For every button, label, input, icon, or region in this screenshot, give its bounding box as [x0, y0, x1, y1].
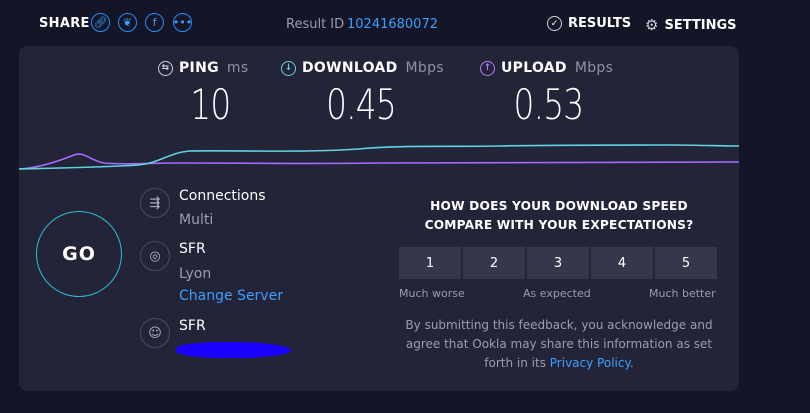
isp-name: SFR	[179, 318, 206, 334]
connections-icon: ⇶	[140, 188, 170, 218]
twitter-icon[interactable]: ❦	[118, 13, 137, 32]
download-icon: ↓	[281, 60, 296, 76]
upload-metric: ↑ UPLOAD Mbps 0.53	[480, 60, 613, 129]
ping-icon: ⇆	[158, 60, 173, 76]
rating-button-3[interactable]: 3	[527, 247, 589, 279]
upload-icon: ↑	[480, 60, 495, 76]
disclaimer-end: .	[629, 356, 634, 370]
settings-label: SETTINGS	[664, 17, 737, 33]
redacted-ip-scribble	[173, 342, 294, 358]
rating-button-5[interactable]: 5	[655, 247, 717, 279]
user-icon: ☺	[140, 318, 170, 348]
connections-value: Multi	[179, 212, 214, 228]
top-bar: SHARE 🔗︎ ❦ f ••• Result ID 10241680072 ✓…	[0, 0, 810, 46]
scale-low-label: Much worse	[399, 287, 465, 300]
scale-high-label: Much better	[649, 287, 716, 300]
download-unit: Mbps	[405, 60, 444, 76]
download-value: 0.45	[326, 80, 397, 129]
download-label: DOWNLOAD	[302, 60, 398, 76]
upload-unit: Mbps	[574, 60, 614, 76]
share-label: SHARE	[39, 16, 90, 31]
connections-title: Connections	[179, 188, 266, 204]
server-name: SFR	[179, 241, 206, 257]
speed-graph	[19, 144, 739, 170]
rating-button-4[interactable]: 4	[591, 247, 653, 279]
link-icon[interactable]: 🔗︎	[91, 13, 110, 32]
privacy-policy-link[interactable]: Privacy Policy	[550, 356, 630, 370]
check-icon: ✓	[547, 16, 562, 31]
result-id-label: Result ID	[286, 17, 345, 32]
results-panel: ⇆ PING ms 10 ↓ DOWNLOAD Mbps 0.45 ↑ UPLO…	[19, 46, 739, 391]
upload-value: 0.53	[513, 80, 585, 129]
server-location: Lyon	[179, 266, 212, 282]
feedback-question: HOW DOES YOUR DOWNLOAD SPEED COMPARE WIT…	[424, 199, 694, 232]
rating-scale: 1 2 3 4 5	[399, 247, 717, 279]
change-server-link[interactable]: Change Server	[179, 288, 283, 304]
ping-unit: ms	[226, 60, 249, 76]
go-button[interactable]: GO	[36, 211, 122, 297]
ping-label: PING	[179, 60, 219, 76]
result-id-link[interactable]: 10241680072	[347, 17, 438, 32]
scale-mid-label: As expected	[523, 287, 591, 300]
globe-icon: ◎	[140, 241, 170, 271]
upload-label: UPLOAD	[501, 60, 567, 76]
ping-metric: ⇆ PING ms 10	[158, 60, 248, 129]
download-metric: ↓ DOWNLOAD Mbps 0.45	[281, 60, 444, 129]
rating-button-2[interactable]: 2	[463, 247, 525, 279]
settings-button[interactable]: ⚙ SETTINGS	[645, 16, 736, 34]
gear-icon: ⚙	[645, 16, 659, 34]
more-icon[interactable]: •••	[173, 13, 192, 32]
feedback-disclaimer: By submitting this feedback, you acknowl…	[397, 316, 721, 373]
download-graph-line	[19, 144, 739, 170]
rating-button-1[interactable]: 1	[399, 247, 461, 279]
ping-value: 10	[190, 80, 231, 129]
facebook-icon[interactable]: f	[145, 13, 164, 32]
results-button[interactable]: ✓ RESULTS	[547, 16, 631, 31]
upload-graph-line	[19, 153, 739, 170]
results-label: RESULTS	[568, 16, 632, 31]
